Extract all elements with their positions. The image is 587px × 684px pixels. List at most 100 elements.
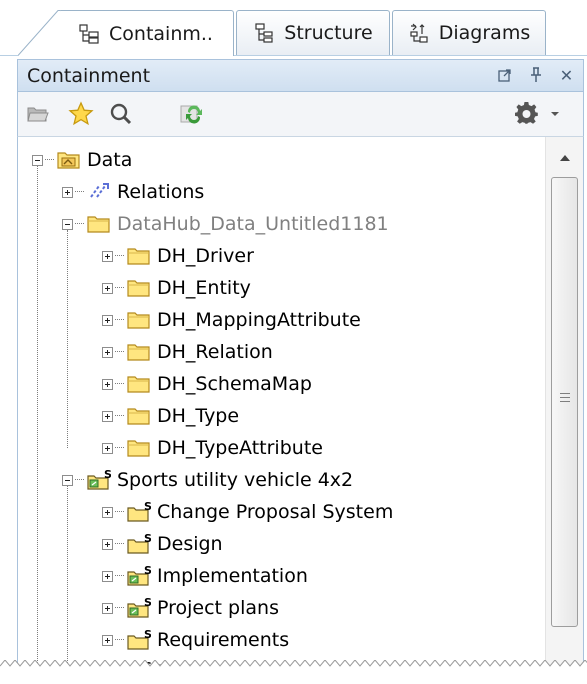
toolbar [17,92,584,136]
star-icon[interactable] [66,99,96,129]
panel-controls: ✕ [496,65,575,85]
tree-node-label: DH_SchemaMap [157,373,312,395]
tree-connector [115,575,124,577]
search-icon[interactable] [106,99,136,129]
collapse-minus-icon[interactable] [32,154,43,166]
scroll-up-arrow-icon[interactable] [546,143,583,173]
tree-guide-line [37,166,39,683]
undock-icon[interactable] [496,65,513,85]
tab-edge [18,10,60,56]
expand-plus-icon[interactable] [102,346,113,358]
tab-label: Diagrams [438,22,531,44]
expand-plus-icon[interactable] [102,250,113,262]
expand-plus-icon[interactable] [102,410,113,422]
expand-plus-icon[interactable] [102,602,113,614]
tree-node-label: DH_Entity [157,277,251,299]
svg-text:S: S [144,629,151,641]
panel-header: Containment ✕ [17,59,584,92]
open-folder-icon[interactable] [23,99,53,129]
tree-node[interactable]: S Project plans [102,593,279,623]
tree-connector [75,223,84,225]
folder-icon [127,373,157,395]
tab-diagrams[interactable]: Diagrams [392,10,546,55]
tree-connector [115,543,124,545]
vertical-scrollbar[interactable] [545,137,583,683]
folder-icon [87,213,117,235]
tree-node-label: Implementation [157,565,308,587]
sync-icon[interactable] [178,99,208,129]
tree-node-label: Relations [117,181,205,203]
tree-connector [115,415,124,417]
tree-node-label: DataHub_Data_Untitled1181 [117,213,389,235]
tree-node[interactable]: S Change Proposal System [102,497,393,527]
shared-model-package-icon: S [127,565,157,587]
containment-tree: Data Relations DataHub_Data_Untitled1181 DH… [18,137,538,683]
tree-node-label: Design [157,533,223,555]
expand-plus-icon[interactable] [102,538,113,550]
tree-connector [115,639,124,641]
tab-containment[interactable]: Containm.. [58,10,234,56]
expand-plus-icon[interactable] [102,282,113,294]
tree-node[interactable]: DH_MappingAttribute [102,305,361,335]
folder-icon [127,341,157,363]
collapse-minus-icon[interactable] [62,474,73,486]
panel-title: Containment [27,64,151,87]
shared-package-icon: S [127,533,157,555]
tree-connector [115,287,124,289]
expand-plus-icon[interactable] [102,506,113,518]
tab-label: Structure [284,22,373,44]
tree-node-label: DH_MappingAttribute [157,309,361,331]
expand-plus-icon[interactable] [102,570,113,582]
tree-connector [75,191,84,193]
tree-guide-line [67,486,69,683]
tree-node-label: Data [87,149,133,171]
tab-structure[interactable]: Structure [236,10,390,55]
tree-connector [115,607,124,609]
tree-node[interactable]: S Sports utility vehicle 4x2 [62,465,353,495]
close-icon[interactable]: ✕ [558,65,575,85]
tree-node-label: Sports utility vehicle 4x2 [117,469,354,491]
shared-model-package-icon: S [87,469,117,491]
svg-text:S: S [144,597,151,609]
tree-node[interactable]: S Design [102,529,223,559]
structure-tree-icon [255,23,273,43]
tree-node[interactable]: S Requirements [102,625,289,655]
tree-node[interactable]: S Implementation [102,561,308,591]
relations-icon [87,181,117,203]
shared-package-icon: S [127,629,157,651]
tree-node[interactable]: DH_Driver [102,241,254,271]
tree-node[interactable]: DataHub_Data_Untitled1181 [62,209,389,239]
expand-plus-icon[interactable] [102,442,113,454]
shared-model-package-icon: S [127,597,157,619]
data-package-icon [57,149,87,171]
tree-node[interactable]: DH_Entity [102,273,251,303]
pin-icon[interactable] [527,65,544,85]
expand-plus-icon[interactable] [102,314,113,326]
tree-connector [115,319,124,321]
tab-strip: Containm.. Structure Diagrams [0,0,587,56]
tree-node[interactable]: DH_Type [102,401,239,431]
scrollbar-thumb[interactable] [551,177,578,627]
containment-tree-icon [79,23,99,44]
tree-node[interactable]: DH_SchemaMap [102,369,312,399]
gear-icon[interactable] [512,99,542,129]
tree-node[interactable]: Relations [62,177,204,207]
tree-node[interactable]: DH_Relation [102,337,273,367]
tree-node-label: Project plans [157,597,279,619]
collapse-minus-icon[interactable] [62,218,73,230]
shared-package-icon: S [127,501,157,523]
tree-node[interactable]: DH_TypeAttribute [102,433,323,463]
expand-plus-icon[interactable] [102,634,113,646]
expand-plus-icon[interactable] [102,378,113,390]
tree-guide-line [67,230,69,448]
containment-tree-panel: Data Relations DataHub_Data_Untitled1181 DH… [17,136,584,684]
tree-connector [75,479,84,481]
folder-icon [127,405,157,427]
tree-node-label: Change Proposal System [157,501,394,523]
dropdown-arrow-icon[interactable] [546,99,564,129]
folder-icon [127,309,157,331]
tree-connector [115,447,124,449]
svg-text:S: S [144,565,151,577]
expand-plus-icon[interactable] [62,186,73,198]
tree-node[interactable]: Data [32,145,132,175]
